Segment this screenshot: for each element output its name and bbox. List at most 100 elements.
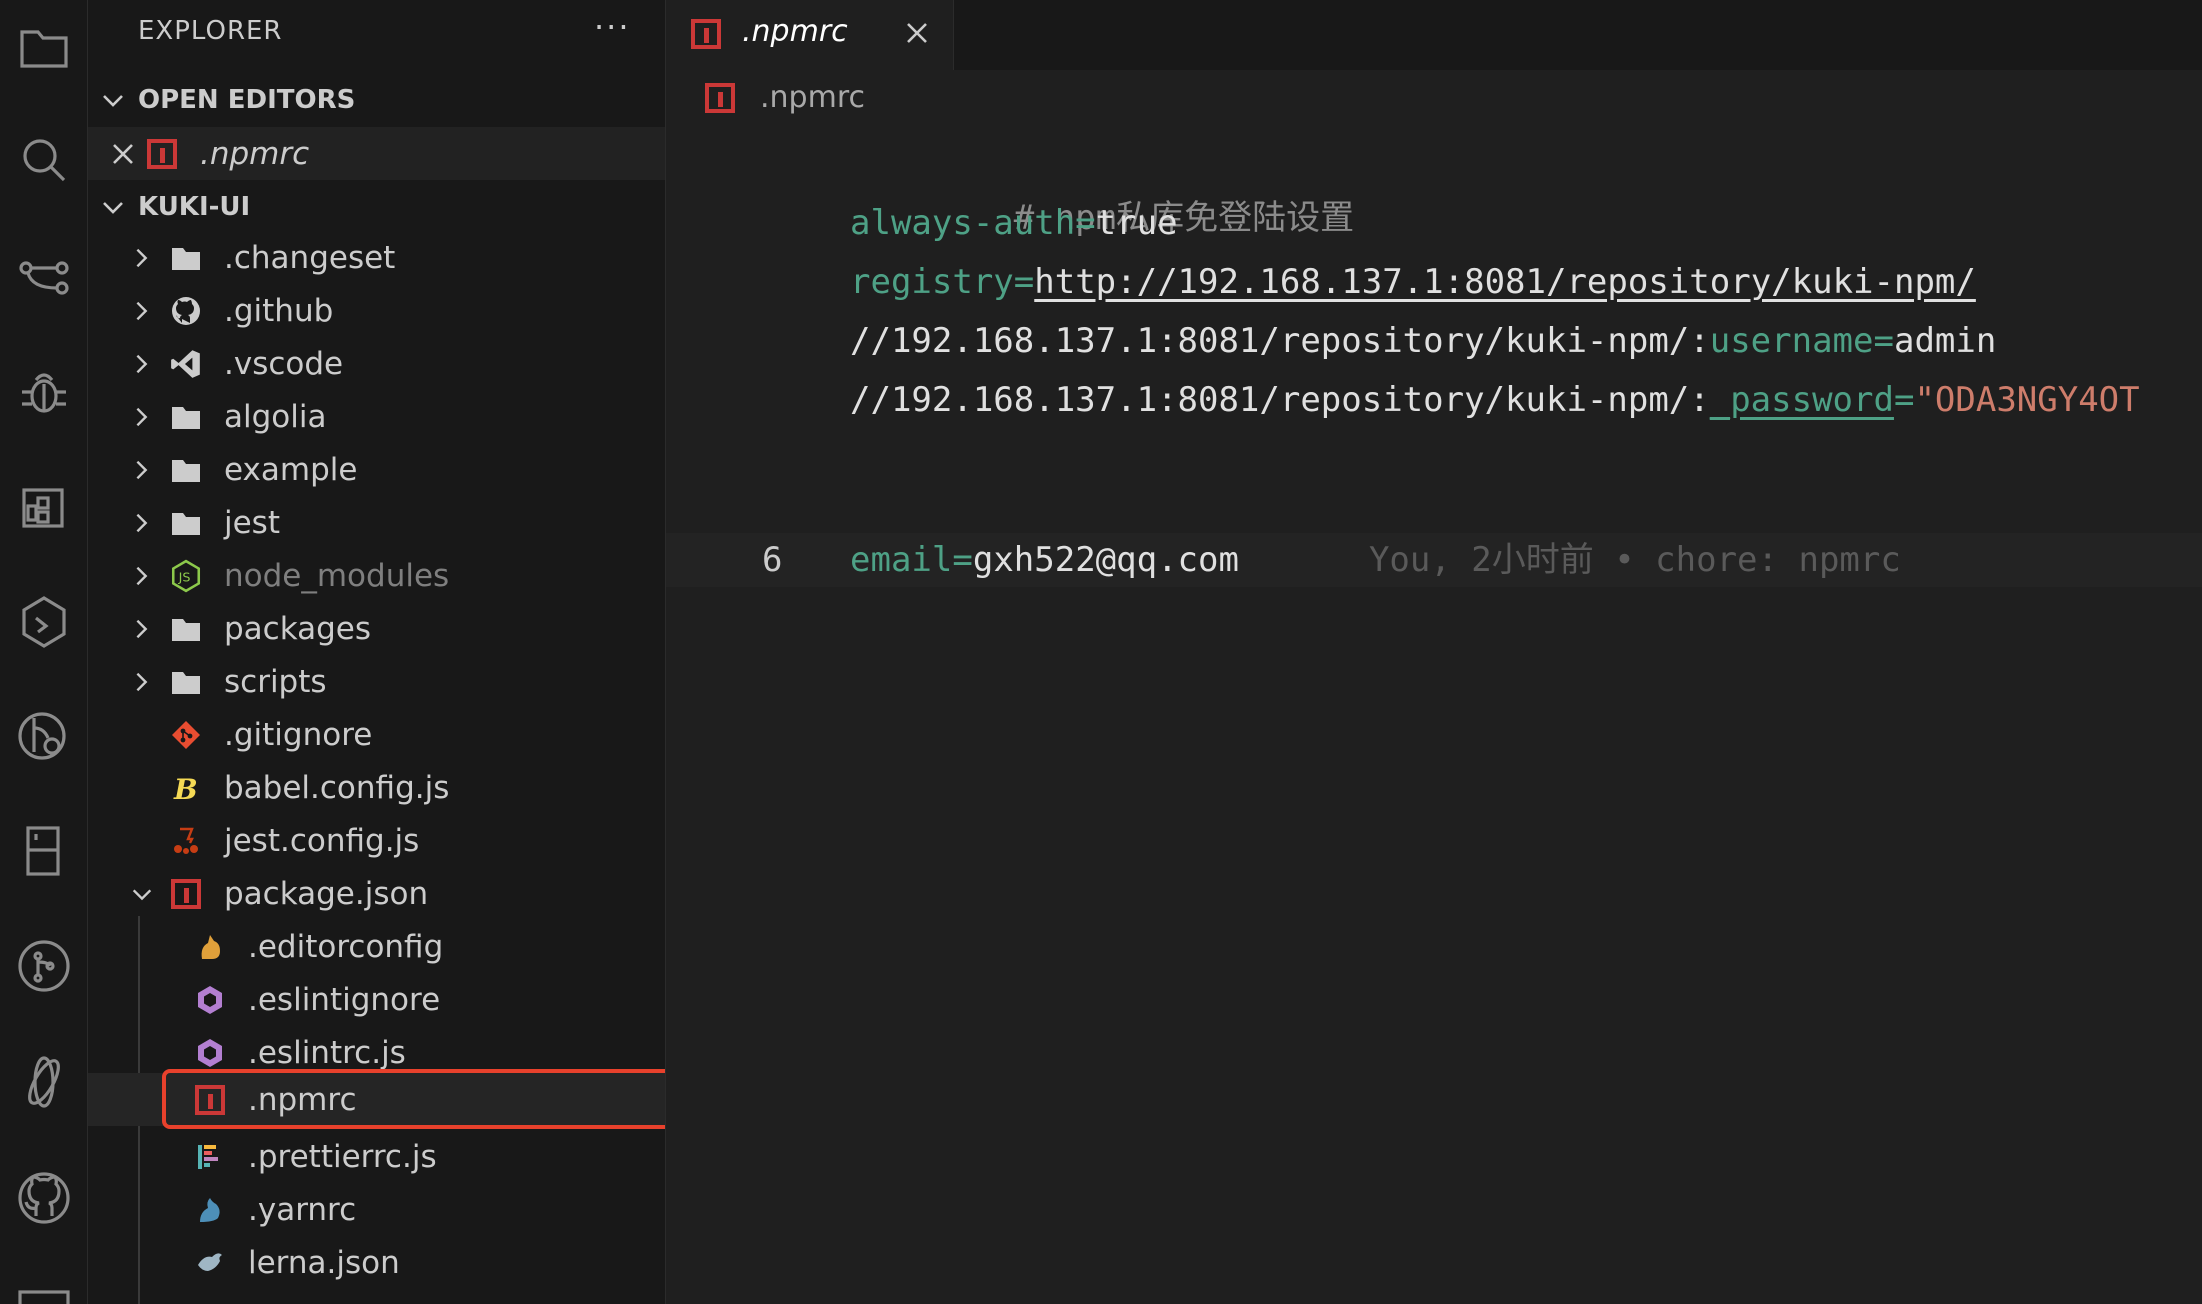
svg-text:B: B — [173, 773, 198, 804]
extensions-icon[interactable] — [0, 466, 88, 546]
source-control-icon[interactable] — [0, 236, 88, 316]
chevron-right-icon — [130, 246, 160, 270]
code-line-4: //192.168.137.1:8081/repository/kuki-npm… — [850, 314, 1996, 368]
project-section[interactable]: KUKI-UI — [88, 181, 665, 233]
tree-file[interactable]: .eslintignore — [88, 973, 665, 1026]
tree-item-label: jest.config.js — [224, 822, 420, 859]
chevron-right-icon — [130, 564, 160, 588]
tree-item-label: .prettierrc.js — [248, 1138, 437, 1175]
url-token[interactable]: http://192.168.137.1:8081/repository/kuk… — [1034, 262, 1976, 302]
equals-token: = — [1075, 203, 1096, 243]
tree-folder[interactable]: jest — [88, 496, 665, 549]
close-icon[interactable] — [110, 141, 140, 167]
chevron-right-icon — [130, 511, 160, 535]
code-editor[interactable]: 6 # npm私库免登陆设置 always-auth=true registry… — [666, 130, 2202, 1304]
tree-folder[interactable]: JS node_modules — [88, 549, 665, 602]
debug-icon[interactable] — [0, 352, 88, 432]
open-editors-section[interactable]: OPEN EDITORS — [88, 74, 665, 126]
folder-icon — [168, 664, 204, 700]
tree-item-label: package.json — [224, 875, 429, 912]
tree-file[interactable]: B babel.config.js — [88, 761, 665, 814]
activity-bar — [0, 0, 88, 1304]
sidebar-title: EXPLORER — [138, 16, 283, 46]
tree-file[interactable]: .gitignore — [88, 708, 665, 761]
string-token: "ODA3NGY4OT — [1914, 380, 2140, 420]
equals-token: = — [1013, 262, 1035, 302]
npm-icon — [168, 876, 204, 912]
tree-item-label: .vscode — [224, 345, 344, 382]
chevron-down-icon — [88, 87, 138, 113]
remote-explorer-icon[interactable] — [0, 582, 88, 662]
folder-icon — [168, 452, 204, 488]
editorconfig-icon — [192, 929, 228, 965]
atom-icon[interactable] — [0, 1042, 88, 1122]
folder-icon — [168, 611, 204, 647]
lerna-icon — [192, 1245, 228, 1281]
key-token: registry — [850, 262, 1014, 302]
chevron-down-icon — [88, 194, 138, 220]
tree-file[interactable]: .yarnrc — [88, 1183, 665, 1236]
tree-folder[interactable]: scripts — [88, 655, 665, 708]
chevron-right-icon — [130, 299, 160, 323]
bookmarks-icon[interactable] — [0, 810, 88, 890]
tree-item-label: packages — [224, 610, 372, 647]
nodejs-folder-icon: JS — [168, 558, 204, 594]
tab-label: .npmrc — [742, 14, 848, 49]
tree-folder[interactable]: .changeset — [88, 231, 665, 284]
svg-text:JS: JS — [178, 570, 191, 585]
tree-file-expanded[interactable]: package.json — [88, 867, 665, 920]
git-lens-icon[interactable] — [0, 696, 88, 776]
code-line-1: # npm私库免登陆设置 — [850, 137, 1354, 238]
open-editor-item[interactable]: .npmrc — [88, 127, 665, 180]
close-icon[interactable] — [902, 18, 932, 48]
tab-bar: .npmrc — [666, 0, 2202, 70]
tree-item-label: jest — [224, 504, 280, 541]
panel-icon[interactable] — [0, 1264, 88, 1304]
key-token: always-auth — [850, 203, 1076, 243]
tree-item-label: .eslintrc.js — [248, 1034, 406, 1071]
tree-file[interactable]: .editorconfig — [88, 920, 665, 973]
value-token: admin — [1893, 321, 1997, 361]
tab-npmrc[interactable]: .npmrc — [666, 0, 954, 70]
folder-icon — [168, 505, 204, 541]
chevron-right-icon — [130, 617, 160, 641]
tree-folder[interactable]: algolia — [88, 390, 665, 443]
eslint-icon — [192, 1035, 228, 1071]
line-number: 6 — [762, 540, 783, 580]
chevron-right-icon — [130, 405, 160, 429]
explorer-icon[interactable] — [0, 8, 88, 88]
prefix-token: //192.168.137.1:8081/repository/kuki-npm… — [850, 380, 1710, 420]
equals-token: = — [952, 540, 973, 580]
eslint-icon — [192, 982, 228, 1018]
tree-item-label: node_modules — [224, 557, 450, 594]
tree-item-label: .yarnrc — [248, 1191, 357, 1228]
breadcrumb[interactable]: .npmrc — [666, 70, 2202, 128]
github-icon[interactable] — [0, 1158, 88, 1238]
tree-item-label: .npmrc — [248, 1081, 357, 1118]
code-line-5: //192.168.137.1:8081/repository/kuki-npm… — [850, 373, 2140, 427]
open-editors-label: OPEN EDITORS — [138, 85, 356, 115]
tree-file-selected[interactable]: .npmrc — [88, 1073, 665, 1126]
tree-folder[interactable]: example — [88, 443, 665, 496]
tree-item-label: example — [224, 451, 358, 488]
jest-icon — [168, 823, 204, 859]
npm-icon — [192, 1082, 228, 1118]
tree-file[interactable]: .eslintrc.js — [88, 1026, 665, 1079]
breadcrumb-label: .npmrc — [760, 80, 865, 115]
tree-file[interactable]: .prettierrc.js — [88, 1130, 665, 1183]
search-icon[interactable] — [0, 120, 88, 200]
project-label: KUKI-UI — [138, 192, 251, 222]
editor-area: .npmrc .npmrc 6 # npm私库免登陆设置 always-auth… — [666, 0, 2202, 1304]
tree-file[interactable]: lerna.json — [88, 1236, 665, 1289]
open-editor-label: .npmrc — [200, 135, 310, 172]
git-graph-icon[interactable] — [0, 926, 88, 1006]
tree-item-label: .changeset — [224, 239, 396, 276]
tree-file[interactable]: jest.config.js — [88, 814, 665, 867]
more-actions-button[interactable]: ··· — [594, 8, 631, 46]
equals-token: = — [1893, 380, 1915, 420]
git-icon — [168, 717, 204, 753]
tree-folder[interactable]: .github — [88, 284, 665, 337]
tree-folder[interactable]: packages — [88, 602, 665, 655]
vscode-folder-icon — [168, 346, 204, 382]
tree-folder[interactable]: .vscode — [88, 337, 665, 390]
